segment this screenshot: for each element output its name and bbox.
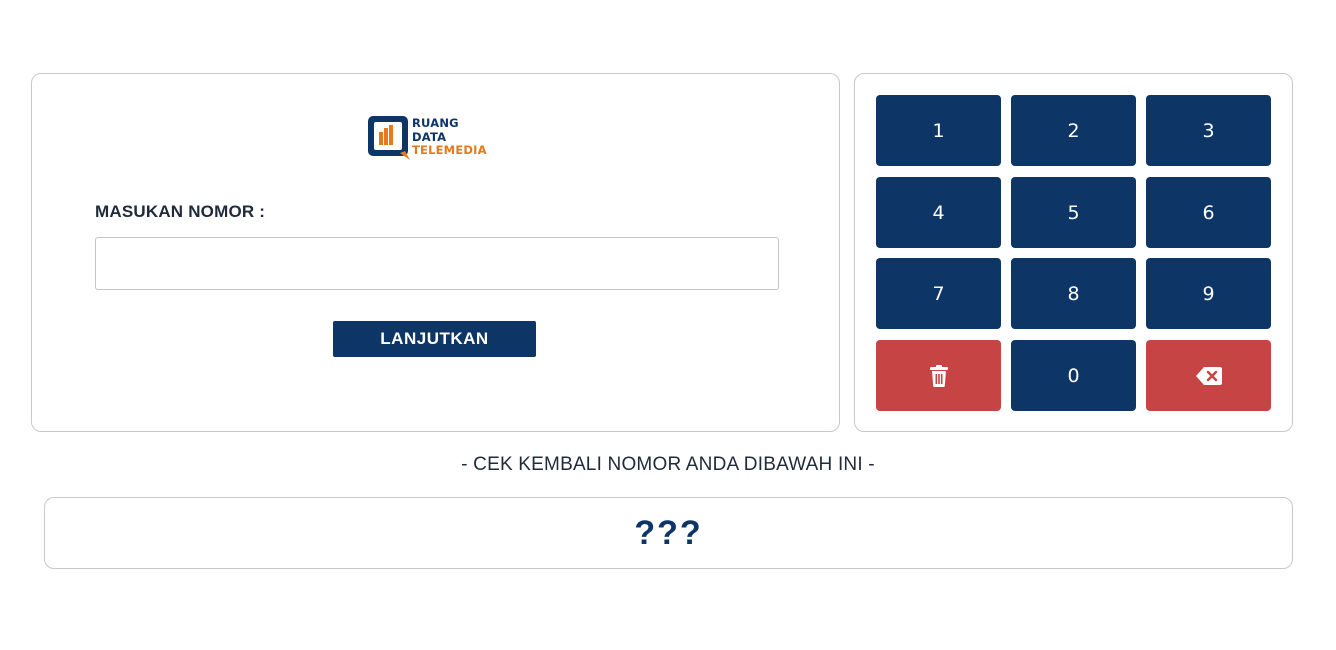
number-preview-value: ??? — [634, 513, 703, 552]
clear-button[interactable] — [876, 340, 1001, 411]
key-6[interactable]: 6 — [1146, 177, 1271, 248]
key-5[interactable]: 5 — [1011, 177, 1136, 248]
backspace-icon — [1195, 366, 1222, 385]
logo-text-ruang: RUANG — [412, 116, 459, 130]
logo-mark-icon — [368, 116, 410, 160]
logo-text-telemedia: TELEMEDIA — [412, 143, 487, 157]
key-3[interactable]: 3 — [1146, 95, 1271, 166]
backspace-button[interactable] — [1146, 340, 1271, 411]
entry-panel: RUANG DATA TELEMEDIA MASUKAN NOMOR : LAN… — [31, 73, 840, 432]
keypad-panel: 1 2 3 4 5 6 7 8 9 0 — [854, 73, 1293, 432]
check-instruction: - CEK KEMBALI NOMOR ANDA DIBAWAH INI - — [461, 454, 875, 475]
ruang-data-telemedia-logo: RUANG DATA TELEMEDIA — [367, 115, 517, 163]
key-0[interactable]: 0 — [1011, 340, 1136, 411]
key-9[interactable]: 9 — [1146, 258, 1271, 329]
key-8[interactable]: 8 — [1011, 258, 1136, 329]
number-preview-box: ??? — [44, 497, 1293, 569]
key-2[interactable]: 2 — [1011, 95, 1136, 166]
logo-text-data: DATA — [412, 129, 447, 144]
trash-icon — [929, 364, 948, 387]
key-1[interactable]: 1 — [876, 95, 1001, 166]
number-input[interactable] — [95, 237, 779, 290]
continue-button[interactable]: LANJUTKAN — [333, 321, 536, 357]
key-4[interactable]: 4 — [876, 177, 1001, 248]
key-7[interactable]: 7 — [876, 258, 1001, 329]
number-field-label: MASUKAN NOMOR : — [95, 202, 266, 221]
